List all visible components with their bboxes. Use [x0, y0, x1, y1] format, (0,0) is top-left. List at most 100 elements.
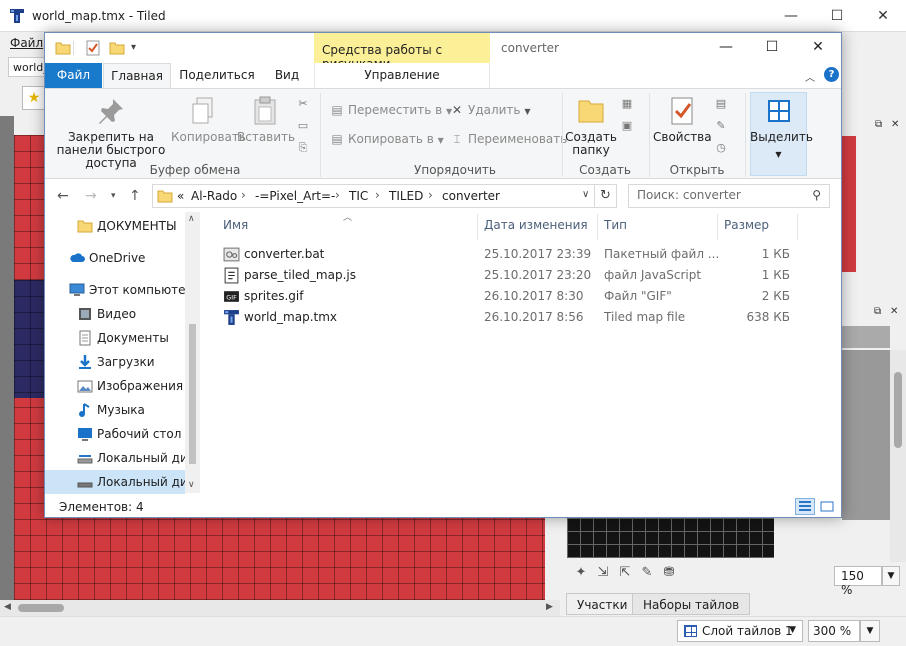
file-row[interactable]: converter.bat 25.10.2017 23:39 Пакетный …: [215, 244, 835, 265]
paste-button[interactable]: Вставить: [237, 95, 295, 144]
minimize-button[interactable]: —: [768, 0, 814, 32]
maximize-button[interactable]: ☐: [814, 0, 860, 32]
properties-button[interactable]: Свойства: [653, 95, 712, 144]
map-zoom-field[interactable]: 300 %: [808, 620, 860, 642]
new-tileset-icon[interactable]: ✦: [570, 565, 592, 585]
star-icon[interactable]: ★: [22, 86, 46, 110]
recent-locations-icon[interactable]: ▾: [111, 191, 116, 201]
float-icon[interactable]: ⧉: [874, 306, 881, 317]
breadcrumb-item[interactable]: -=Pixel_Art=-: [255, 189, 335, 203]
nav-item-video[interactable]: Видео: [45, 302, 185, 326]
customize-quick-access-icon[interactable]: ▾: [131, 42, 136, 53]
forward-icon[interactable]: →: [85, 188, 97, 204]
new-folder-icon[interactable]: [109, 40, 125, 56]
cut-icon[interactable]: ✂: [295, 97, 311, 113]
move-to-button[interactable]: ▤ Переместить в ▼: [329, 99, 452, 121]
tab-view[interactable]: Вид: [263, 63, 311, 89]
layer-select[interactable]: Слой тайлов 1 ▼: [677, 620, 803, 642]
breadcrumb-overflow[interactable]: «: [177, 189, 184, 203]
select-button-content[interactable]: Выделить ▼: [750, 95, 813, 161]
column-divider[interactable]: [797, 214, 798, 240]
chevron-up-icon[interactable]: ∧: [188, 214, 195, 224]
nav-item-this-pc[interactable]: Этот компьютер: [45, 278, 185, 302]
breadcrumb-separator-icon[interactable]: ›: [428, 188, 433, 202]
nav-scrollbar[interactable]: ∧ ∨: [185, 212, 200, 493]
edit-tileset-icon[interactable]: ✎: [636, 565, 658, 585]
column-header-size[interactable]: Размер: [724, 218, 769, 232]
column-header-date[interactable]: Дата изменения: [484, 218, 588, 232]
open-icon[interactable]: ▤: [713, 97, 729, 113]
delete-button[interactable]: ✕ Удалить ▼: [449, 99, 531, 121]
nav-item-documents[interactable]: Документы: [45, 326, 185, 350]
minimize-button[interactable]: —: [703, 33, 749, 63]
panel-close-icon[interactable]: ✕: [891, 119, 899, 130]
tileset-grid[interactable]: [567, 518, 774, 558]
copy-to-button[interactable]: ▤ Копировать в ▼: [329, 128, 444, 150]
file-row[interactable]: parse_tiled_map.js 25.10.2017 23:20 файл…: [215, 265, 835, 286]
file-row[interactable]: GIF sprites.gif 26.10.2017 8:30 Файл "GI…: [215, 286, 835, 307]
breadcrumb-item[interactable]: Al-Rado: [191, 189, 237, 203]
nav-item-onedrive[interactable]: OneDrive: [45, 246, 185, 270]
delete-tileset-icon[interactable]: ⛃: [658, 565, 680, 585]
new-item-icon[interactable]: ▦: [619, 97, 635, 113]
paste-shortcut-icon[interactable]: ⎘: [295, 141, 311, 157]
tileset-vertical-scrollbar[interactable]: [890, 350, 906, 562]
history-icon[interactable]: ◷: [713, 141, 729, 157]
tab-home[interactable]: Главная: [103, 63, 171, 89]
up-icon[interactable]: ↑: [129, 188, 141, 204]
column-header-type[interactable]: Тип: [604, 218, 627, 232]
document-tab[interactable]: world_: [8, 57, 48, 77]
address-history-icon[interactable]: ∨: [582, 189, 589, 200]
large-icons-view-icon[interactable]: [817, 498, 837, 515]
address-bar[interactable]: « Al-Rado › -=Pixel_Art=- › TIC › TILED …: [152, 184, 595, 208]
export-tileset-icon[interactable]: ⇱: [614, 565, 636, 585]
import-tileset-icon[interactable]: ⇲: [592, 565, 614, 585]
nav-item-local-disk[interactable]: Локальный дис: [45, 470, 185, 494]
chevron-down-icon[interactable]: ∨: [188, 480, 195, 490]
float-icon[interactable]: ⧉: [875, 119, 882, 130]
tileset-zoom-field[interactable]: 150 %: [834, 566, 882, 597]
breadcrumb-separator-icon[interactable]: ›: [241, 188, 246, 202]
properties-icon[interactable]: [85, 40, 101, 56]
help-icon[interactable]: ?: [824, 67, 839, 82]
search-input[interactable]: Поиск: converter ⚲: [628, 184, 830, 208]
nav-item-pictures[interactable]: Изображения: [45, 374, 185, 398]
copy-path-icon[interactable]: ▭: [295, 119, 311, 135]
tab-file[interactable]: Файл: [45, 63, 102, 89]
nav-item-local-disk[interactable]: Локальный дис: [45, 446, 185, 470]
nav-item-documents-folder[interactable]: ДОКУМЕНТЫ: [45, 214, 185, 238]
breadcrumb-item[interactable]: converter: [442, 189, 500, 203]
copy-button[interactable]: Копировать: [171, 95, 246, 144]
search-icon[interactable]: ⚲: [812, 188, 821, 202]
rename-button[interactable]: ⌶ Переименовать: [449, 128, 567, 150]
column-divider[interactable]: [597, 214, 598, 240]
edit-icon[interactable]: ✎: [713, 119, 729, 135]
nav-item-desktop[interactable]: Рабочий стол: [45, 422, 185, 446]
chevron-down-icon[interactable]: ▼: [882, 566, 900, 586]
chevron-down-icon[interactable]: ▼: [789, 625, 796, 635]
scroll-left-icon[interactable]: ◀: [4, 602, 11, 612]
tab-share[interactable]: Поделиться: [175, 63, 259, 89]
file-row[interactable]: world_map.tmx 26.10.2017 8:56 Tiled map …: [215, 307, 835, 328]
tab-tilesets[interactable]: Наборы тайлов: [632, 593, 751, 615]
column-divider[interactable]: [717, 214, 718, 240]
column-divider[interactable]: [477, 214, 478, 240]
menu-file[interactable]: Файл: [10, 36, 43, 50]
breadcrumb-item[interactable]: TILED: [389, 189, 423, 203]
pin-quick-access-button[interactable]: Закрепить на панели быстрого доступа: [49, 95, 173, 170]
nav-item-downloads[interactable]: Загрузки: [45, 350, 185, 374]
map-horizontal-scrollbar[interactable]: ◀ ▶: [0, 600, 560, 616]
maximize-button[interactable]: ☐: [749, 33, 795, 63]
scroll-right-icon[interactable]: ▶: [546, 602, 553, 612]
breadcrumb-separator-icon[interactable]: ›: [375, 188, 380, 202]
details-view-icon[interactable]: [795, 498, 815, 515]
scroll-thumb[interactable]: [894, 372, 902, 448]
back-icon[interactable]: ←: [57, 188, 69, 204]
refresh-icon[interactable]: ↻: [595, 184, 617, 208]
nav-item-music[interactable]: Музыка: [45, 398, 185, 422]
breadcrumb-item[interactable]: TIC: [349, 189, 368, 203]
tab-manage[interactable]: Управление: [314, 63, 490, 89]
close-button[interactable]: ✕: [860, 0, 906, 32]
tab-terrains[interactable]: Участки: [566, 593, 639, 615]
column-header-name[interactable]: Имя: [223, 218, 248, 232]
